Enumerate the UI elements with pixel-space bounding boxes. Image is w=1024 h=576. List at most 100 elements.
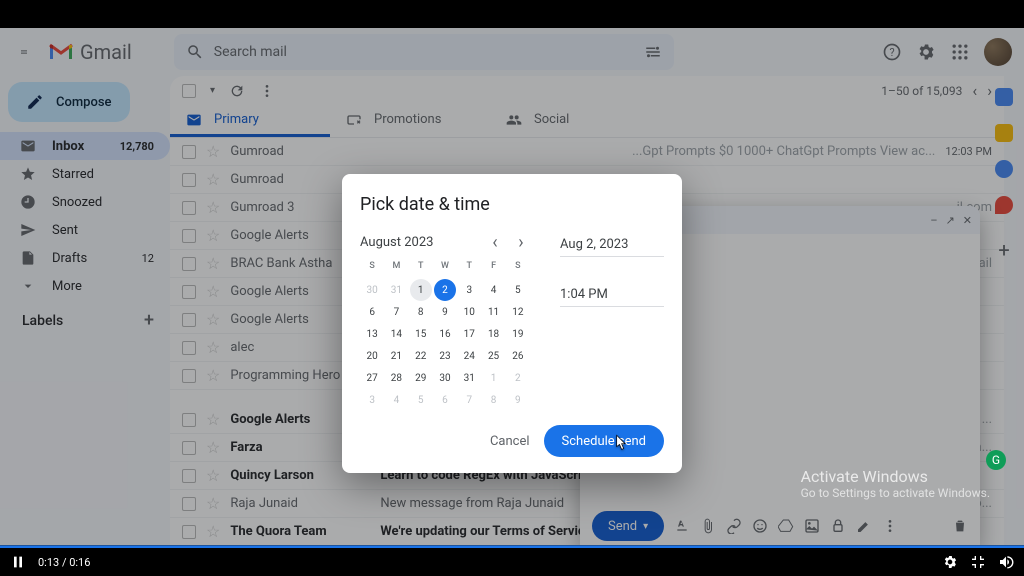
calendar-day[interactable]: 5 — [507, 279, 529, 301]
calendar-day[interactable]: 4 — [385, 389, 407, 411]
nav-item-snoozed[interactable]: Snoozed — [0, 188, 170, 216]
calendar-day[interactable]: 17 — [458, 323, 480, 345]
calendar-day[interactable]: 7 — [458, 389, 480, 411]
add-label-icon[interactable]: + — [144, 310, 154, 331]
row-checkbox[interactable] — [182, 313, 196, 327]
calendar-day[interactable]: 20 — [361, 345, 383, 367]
star-icon[interactable]: ☆ — [206, 282, 220, 301]
calendar-day[interactable]: 24 — [458, 345, 480, 367]
calendar-day[interactable]: 31 — [385, 279, 407, 301]
email-row[interactable]: ☆ Gumroad ...Gpt Prompts $0 1000+ ChatGp… — [170, 138, 1004, 166]
star-icon[interactable]: ☆ — [206, 466, 220, 485]
drive-icon[interactable] — [778, 518, 794, 534]
search-box[interactable]: Search mail — [174, 34, 674, 70]
calendar-day[interactable]: 1 — [410, 279, 432, 301]
calendar-day[interactable]: 30 — [434, 367, 456, 389]
tasks-addon-icon[interactable] — [995, 160, 1013, 178]
calendar-day[interactable]: 11 — [483, 301, 505, 323]
calendar-day[interactable]: 29 — [410, 367, 432, 389]
star-icon[interactable]: ☆ — [206, 310, 220, 329]
star-icon[interactable]: ☆ — [206, 198, 220, 217]
star-icon[interactable]: ☆ — [206, 366, 220, 385]
row-checkbox[interactable] — [182, 369, 196, 383]
calendar-day[interactable]: 3 — [458, 279, 480, 301]
nav-item-more[interactable]: More — [0, 272, 170, 300]
calendar-day[interactable]: 30 — [361, 279, 383, 301]
date-input[interactable] — [560, 233, 664, 257]
minimize-icon[interactable]: – — [930, 214, 937, 227]
row-checkbox[interactable] — [182, 441, 196, 455]
row-checkbox[interactable] — [182, 497, 196, 511]
calendar-day[interactable]: 31 — [458, 367, 480, 389]
row-checkbox[interactable] — [182, 145, 196, 159]
lock-icon[interactable] — [830, 518, 846, 534]
compose-button[interactable]: Compose — [8, 82, 130, 122]
fullscreen-exit-icon[interactable] — [970, 554, 986, 570]
prev-page-icon[interactable]: ‹ — [972, 81, 977, 100]
calendar-day[interactable]: 18 — [483, 323, 505, 345]
calendar-day[interactable]: 2 — [434, 279, 456, 301]
account-avatar[interactable] — [984, 38, 1012, 66]
cancel-button[interactable]: Cancel — [490, 434, 530, 449]
calendar-day[interactable]: 3 — [361, 389, 383, 411]
add-addon-icon[interactable]: + — [998, 238, 1009, 262]
calendar-day[interactable]: 14 — [385, 323, 407, 345]
calendar-day[interactable]: 15 — [410, 323, 432, 345]
calendar-day[interactable]: 8 — [483, 389, 505, 411]
row-checkbox[interactable] — [182, 173, 196, 187]
tab-social[interactable]: Social — [490, 105, 650, 137]
calendar-day[interactable]: 9 — [434, 301, 456, 323]
nav-item-drafts[interactable]: Drafts12 — [0, 244, 170, 272]
calendar-day[interactable]: 22 — [410, 345, 432, 367]
row-checkbox[interactable] — [182, 285, 196, 299]
calendar-day[interactable]: 25 — [483, 345, 505, 367]
calendar-day[interactable]: 21 — [385, 345, 407, 367]
image-icon[interactable] — [804, 518, 820, 534]
star-icon[interactable]: ☆ — [206, 338, 220, 357]
expand-icon[interactable]: ↗ — [946, 214, 955, 227]
calendar-day[interactable]: 8 — [410, 301, 432, 323]
row-checkbox[interactable] — [182, 257, 196, 271]
prev-month-icon[interactable]: ‹ — [486, 233, 504, 251]
calendar-day[interactable]: 23 — [434, 345, 456, 367]
time-input[interactable] — [560, 283, 664, 307]
star-icon[interactable]: ☆ — [206, 142, 220, 161]
emoji-icon[interactable] — [752, 518, 768, 534]
discard-icon[interactable] — [952, 518, 968, 534]
star-icon[interactable]: ☆ — [206, 438, 220, 457]
pen-icon[interactable] — [856, 518, 872, 534]
send-button[interactable]: Send▾ — [592, 511, 664, 541]
pause-icon[interactable] — [10, 554, 26, 570]
close-icon[interactable]: ✕ — [963, 214, 972, 227]
calendar-day[interactable]: 7 — [385, 301, 407, 323]
link-icon[interactable] — [726, 518, 742, 534]
calendar-day[interactable]: 19 — [507, 323, 529, 345]
gmail-logo[interactable]: Gmail — [48, 40, 132, 64]
settings-icon[interactable] — [916, 42, 936, 62]
calendar-day[interactable]: 5 — [410, 389, 432, 411]
format-icon[interactable] — [674, 518, 690, 534]
tab-promotions[interactable]: Promotions — [330, 105, 490, 137]
calendar-day[interactable]: 13 — [361, 323, 383, 345]
menu-icon[interactable] — [12, 40, 36, 64]
video-settings-icon[interactable] — [942, 554, 958, 570]
keep-addon-icon[interactable] — [995, 124, 1013, 142]
calendar-day[interactable]: 12 — [507, 301, 529, 323]
star-icon[interactable]: ☆ — [206, 254, 220, 273]
row-checkbox[interactable] — [182, 341, 196, 355]
apps-icon[interactable] — [950, 42, 970, 62]
nav-item-starred[interactable]: Starred — [0, 160, 170, 188]
row-checkbox[interactable] — [182, 469, 196, 483]
row-checkbox[interactable] — [182, 413, 196, 427]
nav-item-sent[interactable]: Sent — [0, 216, 170, 244]
tune-icon[interactable] — [644, 43, 662, 61]
schedule-send-button[interactable]: Schedule send — [544, 425, 664, 457]
next-month-icon[interactable]: › — [512, 233, 530, 251]
star-icon[interactable]: ☆ — [206, 170, 220, 189]
refresh-icon[interactable] — [229, 83, 245, 99]
calendar-day[interactable]: 27 — [361, 367, 383, 389]
help-icon[interactable]: ? — [882, 42, 902, 62]
more-icon[interactable] — [259, 83, 275, 99]
row-checkbox[interactable] — [182, 229, 196, 243]
row-checkbox[interactable] — [182, 525, 196, 539]
